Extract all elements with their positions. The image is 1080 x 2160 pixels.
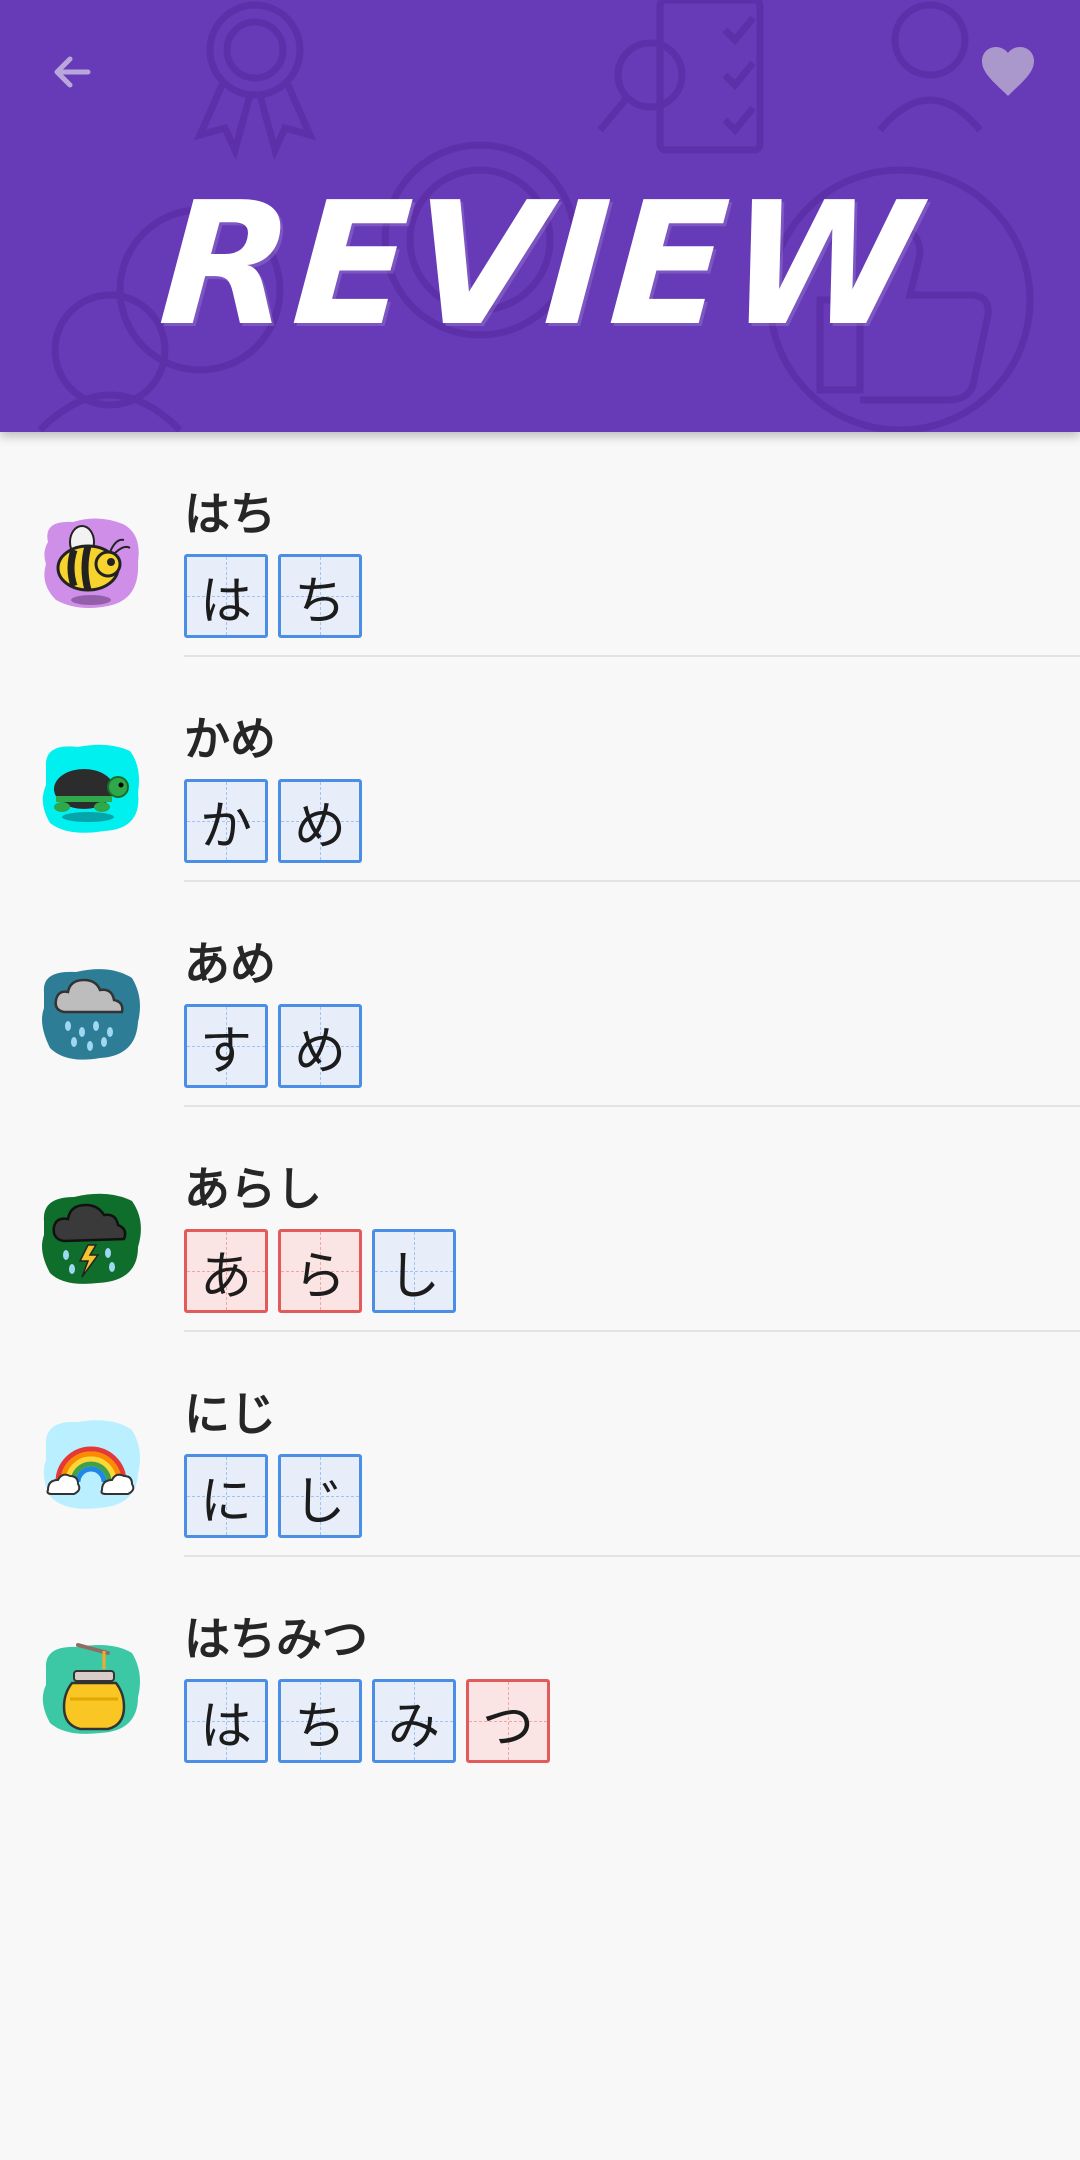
heart-icon bbox=[982, 47, 1034, 96]
list-item[interactable]: あめ す め bbox=[0, 882, 1080, 1107]
back-button[interactable] bbox=[36, 36, 108, 108]
char-cell-wrong: あ bbox=[184, 1229, 268, 1313]
char-text: め bbox=[293, 1021, 346, 1082]
word-label: はち bbox=[184, 487, 276, 541]
favorite-button[interactable] bbox=[972, 36, 1044, 108]
char-cell-correct: め bbox=[278, 1004, 362, 1088]
answer-cells: は ち bbox=[184, 554, 372, 638]
char-cell-wrong: つ bbox=[466, 1679, 550, 1763]
char-cell-correct: み bbox=[372, 1679, 456, 1763]
char-text: す bbox=[199, 1021, 252, 1082]
list-item[interactable]: あらし あ ら し bbox=[0, 1107, 1080, 1332]
answer-cells: あ ら し bbox=[184, 1229, 466, 1313]
char-cell-correct: か bbox=[184, 779, 268, 863]
rainbow-icon bbox=[43, 1420, 140, 1509]
word-label: あめ bbox=[184, 937, 276, 991]
list-item[interactable]: はち は ち bbox=[0, 432, 1080, 657]
word-label: かめ bbox=[184, 712, 276, 766]
char-text: ち bbox=[293, 1696, 346, 1757]
review-list: はち は ち かめ か め あめ す め あらし あ ら し にじ に じ はち… bbox=[0, 432, 1080, 1782]
char-text: ち bbox=[293, 571, 346, 632]
word-label: はちみつ bbox=[184, 1612, 368, 1666]
list-item[interactable]: かめ か め bbox=[0, 657, 1080, 882]
char-text: じ bbox=[293, 1471, 346, 1532]
char-cell-correct: ち bbox=[278, 554, 362, 638]
char-cell-correct: じ bbox=[278, 1454, 362, 1538]
honey-jar-icon bbox=[42, 1643, 140, 1734]
char-text: し bbox=[387, 1246, 440, 1307]
arrow-back-icon bbox=[54, 56, 91, 88]
char-text: は bbox=[199, 1696, 252, 1757]
list-item[interactable]: はちみつ は ち み つ bbox=[0, 1557, 1080, 1782]
char-cell-correct: ち bbox=[278, 1679, 362, 1763]
char-text: は bbox=[199, 571, 252, 632]
word-label: あらし bbox=[184, 1162, 322, 1216]
bee-icon bbox=[44, 518, 139, 608]
answer-cells: に じ bbox=[184, 1454, 372, 1538]
page-title: REVIEW bbox=[154, 166, 926, 364]
storm-cloud-icon bbox=[42, 1193, 141, 1284]
char-cell-correct: す bbox=[184, 1004, 268, 1088]
rain-cloud-icon bbox=[42, 969, 140, 1060]
char-cell-correct: め bbox=[278, 779, 362, 863]
char-text: み bbox=[387, 1696, 440, 1757]
char-text: め bbox=[293, 796, 346, 857]
char-text: か bbox=[199, 796, 252, 857]
char-cell-correct: に bbox=[184, 1454, 268, 1538]
char-cell-wrong: ら bbox=[278, 1229, 362, 1313]
char-cell-correct: は bbox=[184, 554, 268, 638]
review-header: REVIEW bbox=[0, 0, 1080, 432]
char-cell-correct: し bbox=[372, 1229, 456, 1313]
char-text: ら bbox=[293, 1246, 346, 1307]
list-item[interactable]: にじ に じ bbox=[0, 1332, 1080, 1557]
word-label: にじ bbox=[184, 1387, 276, 1441]
char-text: あ bbox=[199, 1246, 252, 1307]
answer-cells: は ち み つ bbox=[184, 1679, 560, 1763]
char-text: に bbox=[199, 1471, 252, 1532]
answer-cells: す め bbox=[184, 1004, 372, 1088]
turtle-icon bbox=[42, 744, 139, 833]
answer-cells: か め bbox=[184, 779, 372, 863]
char-cell-correct: は bbox=[184, 1679, 268, 1763]
char-text: つ bbox=[481, 1696, 534, 1757]
